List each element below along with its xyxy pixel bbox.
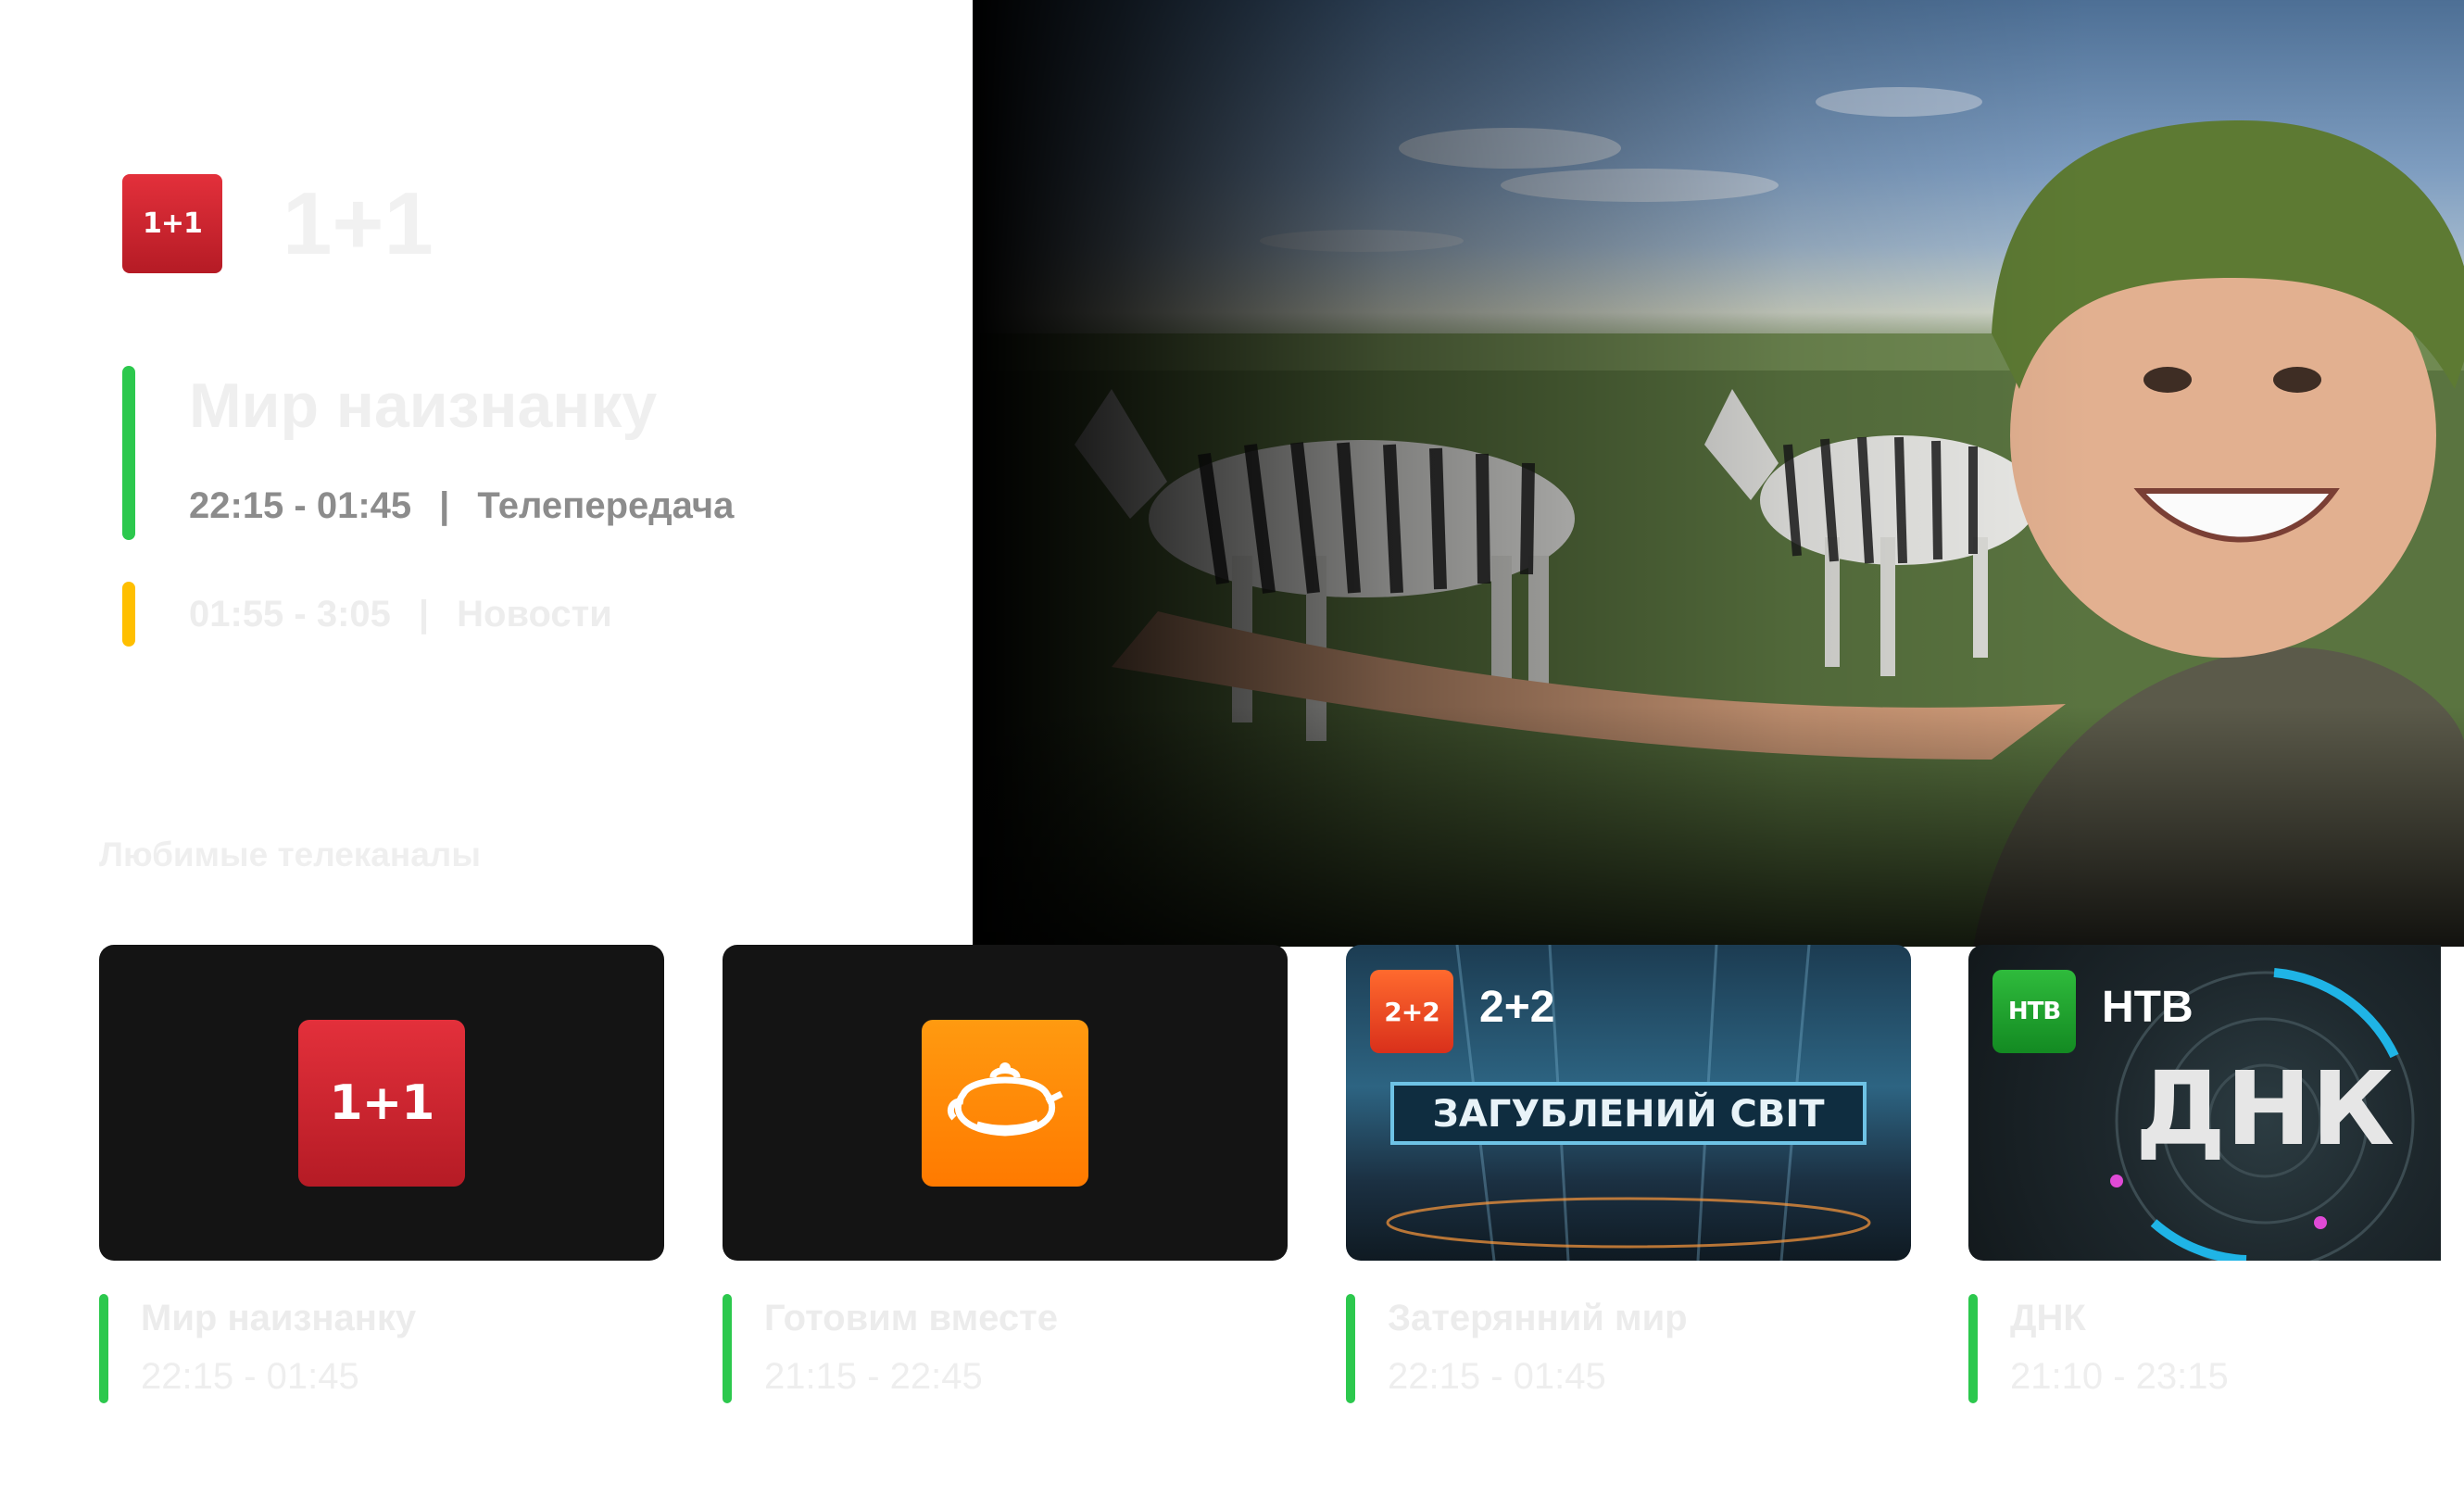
teapot-icon: [922, 1019, 1088, 1187]
next-program-genre: Новости: [457, 594, 612, 634]
poster-channel-name: НТВ: [2102, 983, 2194, 1032]
next-program-time: 01:55 - 3:05: [189, 594, 391, 634]
card-3-time: 22:15 - 01:45: [1388, 1356, 1606, 1397]
card-2-indicator: [723, 1294, 732, 1403]
next-program-indicator: [122, 582, 135, 647]
poster-title: ДНК: [2135, 1049, 2395, 1168]
channel-logo-text: 1+1: [143, 207, 203, 240]
now-playing-indicator: [122, 366, 135, 540]
card-4-title: ДНК: [2010, 1298, 2086, 1338]
card-1-time: 22:15 - 01:45: [141, 1356, 359, 1397]
channel-card-logo-text: 1+1: [329, 1074, 435, 1131]
channel-badge-text: 2+2: [1384, 996, 1439, 1027]
channel-card-2plus2[interactable]: ЗАГУБЛЕНИЙ СВІТ 2+2 2+2: [1346, 945, 1911, 1261]
now-playing-genre: Телепередача: [477, 485, 735, 526]
channel-card-1plus1[interactable]: 1+1: [99, 945, 664, 1261]
card-1-indicator: [99, 1294, 108, 1403]
favorites-heading: Любимые телеканалы: [99, 835, 481, 873]
card-3-indicator: [1346, 1294, 1355, 1403]
channel-badge-text: НТВ: [2007, 998, 2061, 1025]
channel-name: 1+1: [283, 174, 434, 273]
hero-preview[interactable]: [973, 0, 2464, 947]
poster-title: ЗАГУБЛЕНИЙ СВІТ: [1432, 1091, 1825, 1136]
channel-badge-2plus2: 2+2: [1370, 970, 1453, 1053]
now-playing-time: 22:15 - 01:45: [189, 485, 412, 526]
card-2-time: 21:15 - 22:45: [764, 1356, 983, 1397]
channel-card-cooking[interactable]: [723, 945, 1288, 1261]
channel-card-logo: 1+1: [298, 1019, 465, 1187]
now-playing-title: Мир наизнанку: [189, 371, 658, 441]
card-3-title: Затерянний мир: [1388, 1298, 1688, 1338]
channel-logo: 1+1: [122, 174, 222, 273]
channel-badge-ntv: НТВ: [1993, 970, 2076, 1053]
card-4-indicator: [1968, 1294, 1978, 1403]
channel-card-ntv[interactable]: ДНК НТВ НТВ: [1968, 945, 2441, 1261]
card-1-title: Мир наизнанку: [141, 1298, 417, 1338]
meta-separator: |: [439, 485, 450, 526]
card-4-time: 21:10 - 23:15: [2010, 1356, 2229, 1397]
next-program-meta: 01:55 - 3:05 | Новости: [189, 591, 612, 637]
meta-separator: |: [418, 594, 430, 634]
hero-gradient-bottom: [973, 706, 2464, 947]
card-2-title: Готовим вместе: [764, 1298, 1058, 1338]
poster-channel-name: 2+2: [1479, 983, 1555, 1032]
now-playing-meta: 22:15 - 01:45 | Телепередача: [189, 483, 734, 529]
